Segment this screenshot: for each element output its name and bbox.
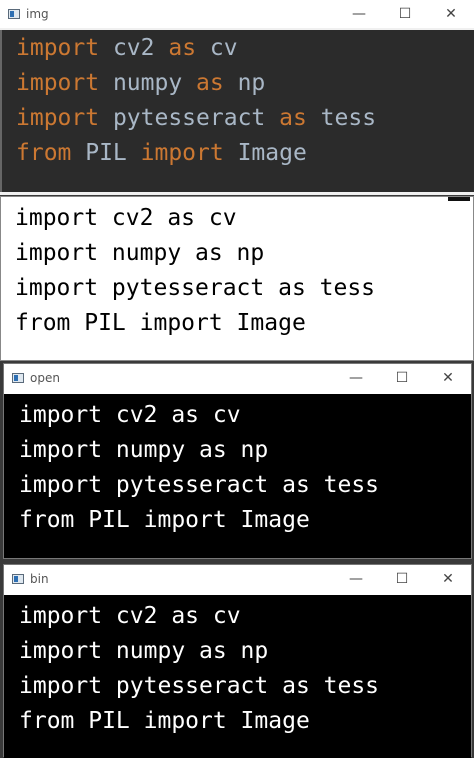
keyword-token: as [279, 105, 307, 131]
minimize-icon[interactable]: — [333, 565, 379, 593]
keyword-token: from [16, 140, 72, 166]
app-window-icon [12, 574, 24, 584]
img-window: img — ☐ ✕ import cv2 as cv import numpy … [0, 0, 474, 195]
close-icon[interactable]: ✕ [428, 0, 474, 28]
code-line: import pytesseract as tess [19, 673, 380, 699]
code-line: import numpy as np [19, 638, 269, 664]
code-line: import numpy as np [15, 240, 265, 266]
maximize-icon[interactable]: ☐ [382, 0, 428, 28]
keyword-token: import [16, 35, 100, 61]
gray-image-window: import cv2 as cv import numpy as np impo… [0, 196, 474, 361]
identifier-token: pytesseract [99, 105, 280, 131]
open-window: open — ☐ ✕ import cv2 as cv import numpy… [3, 363, 472, 559]
app-window-icon [12, 373, 24, 383]
maximize-icon[interactable]: ☐ [379, 565, 425, 593]
code-line: import pytesseract as tess [16, 101, 474, 136]
window-title: open [30, 371, 60, 385]
minimize-icon[interactable]: — [333, 364, 379, 392]
identifier-token: numpy [99, 70, 197, 96]
code-line: from PIL import Image [19, 507, 310, 533]
keyword-token: import [16, 70, 100, 96]
code-line: from PIL import Image [16, 136, 474, 171]
keyword-token: as [196, 70, 224, 96]
img-title-bar[interactable]: img — ☐ ✕ [0, 0, 474, 28]
app-window-icon [8, 9, 20, 19]
open-title-bar[interactable]: open — ☐ ✕ [4, 364, 471, 392]
keyword-token: import [16, 105, 100, 131]
code-line: import cv2 as cv [16, 31, 474, 66]
keyword-token: as [168, 35, 197, 61]
code-line: from PIL import Image [19, 708, 310, 734]
identifier-token: Image [223, 140, 307, 166]
minimize-icon[interactable]: — [336, 0, 382, 28]
bin-title-bar[interactable]: bin — ☐ ✕ [4, 565, 471, 593]
bin-code-image: import cv2 as cv import numpy as np impo… [4, 595, 471, 758]
code-line: import pytesseract as tess [15, 275, 376, 301]
code-line: import numpy as np [16, 66, 474, 101]
close-icon[interactable]: ✕ [425, 565, 471, 593]
gray-code-image: import cv2 as cv import numpy as np impo… [1, 201, 473, 341]
identifier-token: cv [196, 35, 238, 61]
bin-window: bin — ☐ ✕ import cv2 as cv import numpy … [3, 564, 472, 758]
colored-code-image: import cv2 as cv import numpy as np impo… [0, 30, 474, 192]
keyword-token: import [140, 140, 224, 166]
code-line: from PIL import Image [15, 310, 306, 336]
code-line: import cv2 as cv [15, 205, 237, 231]
identifier-token: PIL [71, 140, 141, 166]
code-line: import numpy as np [19, 437, 269, 463]
code-line: import pytesseract as tess [19, 472, 380, 498]
window-title: img [26, 7, 49, 21]
code-line: import cv2 as cv [19, 402, 241, 428]
identifier-token: tess [306, 105, 377, 131]
close-icon[interactable]: ✕ [425, 364, 471, 392]
identifier-token: cv2 [99, 35, 169, 61]
window-title: bin [30, 572, 49, 586]
code-line: import cv2 as cv [19, 603, 241, 629]
open-code-image: import cv2 as cv import numpy as np impo… [4, 394, 471, 558]
identifier-token: np [223, 70, 266, 96]
maximize-icon[interactable]: ☐ [379, 364, 425, 392]
